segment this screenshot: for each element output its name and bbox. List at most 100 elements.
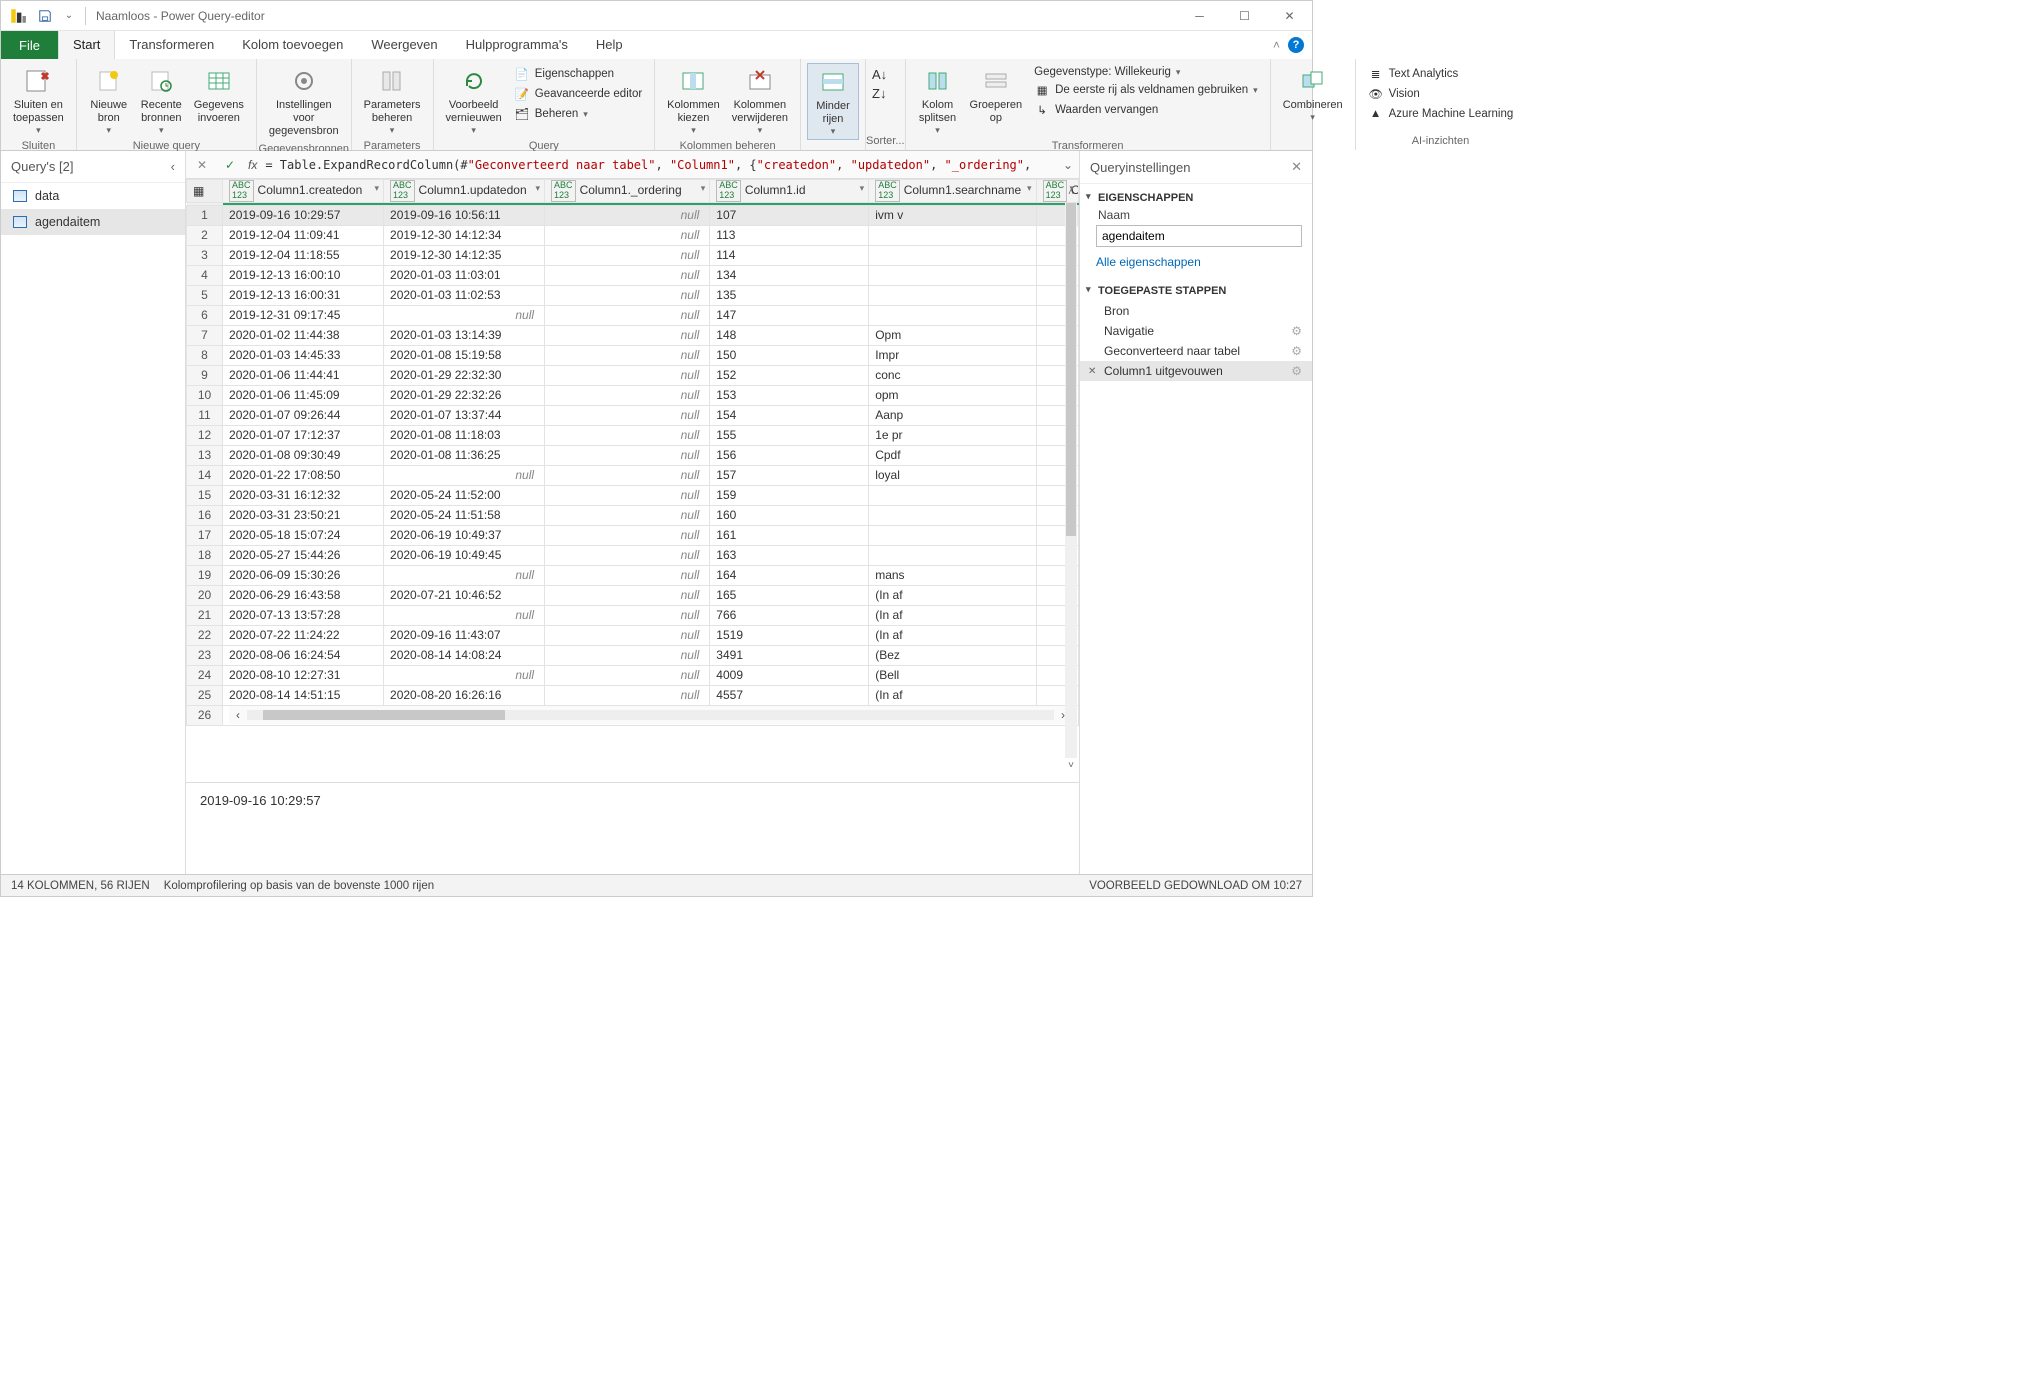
horizontal-scrollbar[interactable]: ‹›: [229, 706, 1072, 724]
refresh-preview-button[interactable]: Voorbeeld vernieuwen: [440, 63, 508, 138]
row-number[interactable]: 25: [187, 685, 223, 705]
type-icon[interactable]: ABC123: [875, 180, 900, 202]
sort-asc-button[interactable]: A↓: [872, 67, 887, 82]
row-number[interactable]: 5: [187, 285, 223, 305]
filter-icon[interactable]: ▾: [536, 183, 541, 194]
tab-weergeven[interactable]: Weergeven: [357, 31, 451, 59]
table-row[interactable]: 142020-01-22 17:08:50nullnull157loyal: [187, 465, 1079, 485]
type-icon[interactable]: ABC123: [551, 180, 576, 202]
table-row[interactable]: 26 ‹›: [187, 705, 1079, 725]
aml-button[interactable]: ▲Azure Machine Learning: [1366, 105, 1516, 123]
query-item[interactable]: agendaitem: [1, 209, 185, 235]
filter-icon[interactable]: ▾: [701, 183, 706, 194]
help-icon[interactable]: ?: [1288, 37, 1304, 53]
data-grid[interactable]: ▦ABC123Column1.createdon▾ABC123Column1.u…: [186, 179, 1079, 726]
group-by-button[interactable]: Groeperen op: [964, 63, 1029, 127]
formula-input[interactable]: = Table.ExpandRecordColumn(#"Geconvertee…: [265, 158, 1055, 172]
row-number[interactable]: 3: [187, 245, 223, 265]
row-number[interactable]: 26: [187, 705, 223, 725]
table-row[interactable]: 232020-08-06 16:24:542020-08-14 14:08:24…: [187, 645, 1079, 665]
vision-button[interactable]: 👁Vision: [1366, 85, 1516, 103]
fx-icon[interactable]: fx: [248, 158, 257, 172]
sort-desc-button[interactable]: Z↓: [872, 86, 886, 101]
close-apply-button[interactable]: Sluiten en toepassen: [7, 63, 70, 138]
row-number[interactable]: 8: [187, 345, 223, 365]
hscroll-thumb[interactable]: [263, 710, 505, 720]
choose-columns-button[interactable]: Kolommen kiezen: [661, 63, 726, 138]
row-number[interactable]: 21: [187, 605, 223, 625]
split-column-button[interactable]: Kolom splitsen: [912, 63, 964, 138]
filter-icon[interactable]: ▾: [1027, 183, 1032, 194]
query-name-input[interactable]: [1096, 225, 1302, 247]
table-row[interactable]: 252020-08-14 14:51:152020-08-20 16:26:16…: [187, 685, 1079, 705]
column-header[interactable]: ABC123Column1.id▾: [710, 180, 869, 203]
properties-button[interactable]: 📄Eigenschappen: [512, 65, 644, 83]
tab-help[interactable]: Help: [582, 31, 637, 59]
table-row[interactable]: 172020-05-18 15:07:242020-06-19 10:49:37…: [187, 525, 1079, 545]
applied-step[interactable]: Geconverteerd naar tabel⚙: [1080, 341, 1312, 361]
tab-hulpprogrammas[interactable]: Hulpprogramma's: [452, 31, 582, 59]
table-row[interactable]: 202020-06-29 16:43:582020-07-21 10:46:52…: [187, 585, 1079, 605]
table-row[interactable]: 52019-12-13 16:00:312020-01-03 11:02:53n…: [187, 285, 1079, 305]
collapse-queries-icon[interactable]: ‹: [171, 159, 175, 174]
file-tab[interactable]: File: [1, 31, 58, 59]
data-type-button[interactable]: Gegevenstype: Willekeurig: [1032, 65, 1260, 79]
scroll-down-icon[interactable]: ˅: [1065, 760, 1077, 774]
row-number[interactable]: 13: [187, 445, 223, 465]
row-number[interactable]: 11: [187, 405, 223, 425]
table-row[interactable]: 212020-07-13 13:57:28nullnull766(In af: [187, 605, 1079, 625]
table-row[interactable]: 122020-01-07 17:12:372020-01-08 11:18:03…: [187, 425, 1079, 445]
table-row[interactable]: 222020-07-22 11:24:222020-09-16 11:43:07…: [187, 625, 1079, 645]
query-item[interactable]: data: [1, 183, 185, 209]
reduce-rows-button[interactable]: Minder rijen: [807, 63, 859, 140]
remove-columns-button[interactable]: Kolommen verwijderen: [726, 63, 794, 138]
filter-icon[interactable]: ▾: [375, 183, 380, 194]
table-row[interactable]: 22019-12-04 11:09:412019-12-30 14:12:34n…: [187, 225, 1079, 245]
tab-transformeren[interactable]: Transformeren: [115, 31, 228, 59]
collapse-ribbon-icon[interactable]: ˄: [1273, 38, 1280, 52]
replace-values-button[interactable]: ↳Waarden vervangen: [1032, 101, 1260, 119]
gear-icon[interactable]: ⚙: [1291, 344, 1302, 358]
save-icon[interactable]: [33, 4, 57, 28]
close-settings-icon[interactable]: ✕: [1291, 159, 1302, 175]
row-number[interactable]: 2: [187, 225, 223, 245]
scroll-up-icon[interactable]: ˄: [1065, 187, 1077, 201]
gear-icon[interactable]: ⚙: [1291, 324, 1302, 338]
column-header[interactable]: ABC123Column1.searchname▾: [869, 180, 1036, 203]
row-number[interactable]: 23: [187, 645, 223, 665]
row-number[interactable]: 24: [187, 665, 223, 685]
table-row[interactable]: 82020-01-03 14:45:332020-01-08 15:19:58n…: [187, 345, 1079, 365]
table-row[interactable]: 192020-06-09 15:30:26nullnull164mans: [187, 565, 1079, 585]
data-source-settings-button[interactable]: Instellingen voor gegevensbron: [263, 63, 345, 141]
table-row[interactable]: 152020-03-31 16:12:322020-05-24 11:52:00…: [187, 485, 1079, 505]
applied-steps-heading[interactable]: TOEGEPASTE STAPPEN: [1080, 277, 1312, 301]
gear-icon[interactable]: ⚙: [1291, 364, 1302, 378]
type-icon[interactable]: ABC123: [1043, 180, 1068, 202]
advanced-editor-button[interactable]: 📝Geavanceerde editor: [512, 85, 644, 103]
type-icon[interactable]: ABC123: [716, 180, 741, 202]
table-row[interactable]: 62019-12-31 09:17:45nullnull147: [187, 305, 1079, 325]
row-number[interactable]: 4: [187, 265, 223, 285]
table-row[interactable]: 112020-01-07 09:26:442020-01-07 13:37:44…: [187, 405, 1079, 425]
table-row[interactable]: 182020-05-27 15:44:262020-06-19 10:49:45…: [187, 545, 1079, 565]
recent-sources-button[interactable]: Recente bronnen: [135, 63, 188, 138]
tab-start[interactable]: Start: [59, 31, 114, 59]
table-row[interactable]: 242020-08-10 12:27:31nullnull4009(Bell: [187, 665, 1079, 685]
row-number[interactable]: 15: [187, 485, 223, 505]
row-number[interactable]: 6: [187, 305, 223, 325]
vertical-scrollbar[interactable]: ˄ ˅: [1065, 203, 1077, 758]
row-number[interactable]: 22: [187, 625, 223, 645]
filter-icon[interactable]: ▾: [860, 183, 865, 194]
column-header[interactable]: ABC123Column1.updatedon▾: [384, 180, 545, 203]
table-row[interactable]: 12019-09-16 10:29:572019-09-16 10:56:11n…: [187, 205, 1079, 225]
first-row-headers-button[interactable]: ▦De eerste rij als veldnamen gebruiken: [1032, 81, 1260, 99]
table-row[interactable]: 92020-01-06 11:44:412020-01-29 22:32:30n…: [187, 365, 1079, 385]
text-analytics-button[interactable]: ≣Text Analytics: [1366, 65, 1516, 83]
scroll-thumb[interactable]: [1066, 203, 1076, 536]
corner-cell[interactable]: ▦: [187, 180, 223, 203]
column-header[interactable]: ABC123Column1.createdon▾: [223, 180, 384, 203]
properties-heading[interactable]: EIGENSCHAPPEN: [1080, 184, 1312, 208]
table-row[interactable]: 42019-12-13 16:00:102020-01-03 11:03:01n…: [187, 265, 1079, 285]
expand-formula-icon[interactable]: ⌄: [1063, 158, 1073, 172]
manage-button[interactable]: 🗂Beheren: [512, 105, 644, 123]
